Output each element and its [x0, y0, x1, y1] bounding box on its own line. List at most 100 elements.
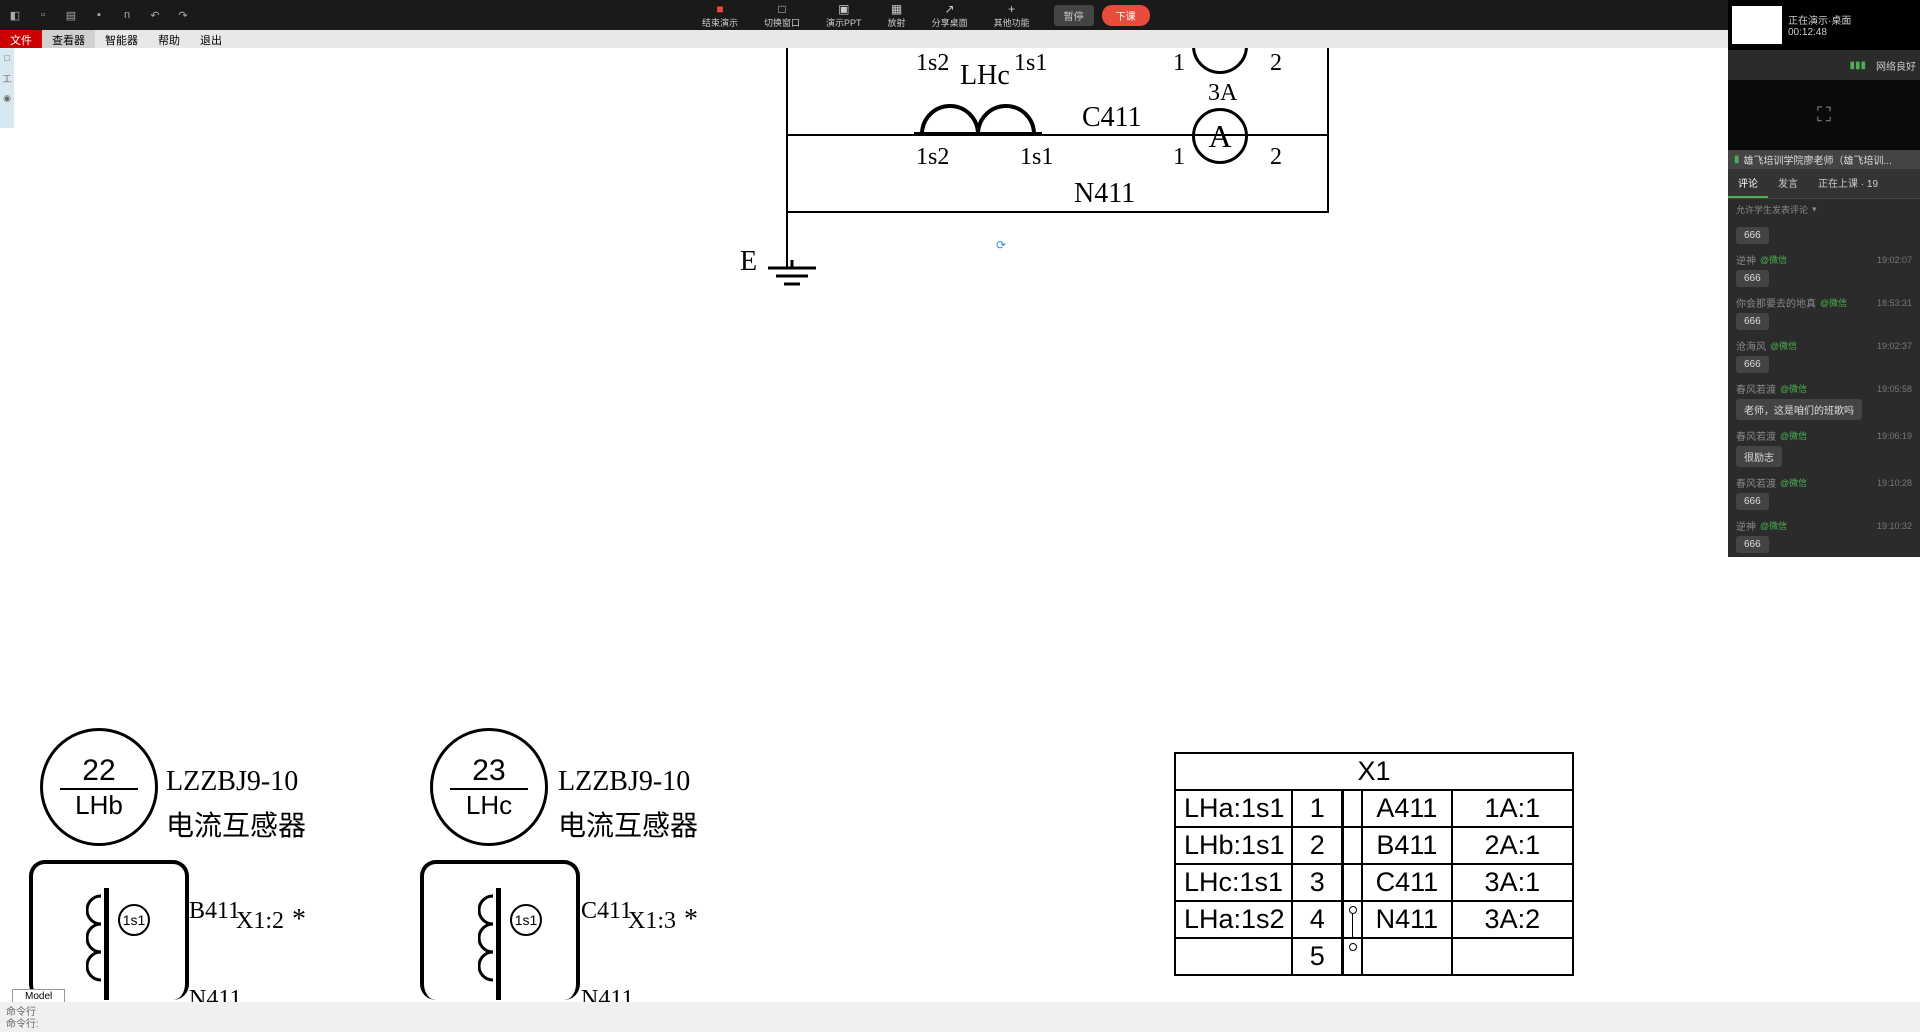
chat-message: 春风若渡@微信19:05:58 老师，这是咱们的班歌吗: [1728, 377, 1920, 424]
label-1-top: 1: [1173, 50, 1185, 77]
signal-icon: ▮▮▮: [1849, 60, 1866, 71]
comp-22-n: N411: [189, 986, 241, 1002]
x1-cell: N411: [1363, 902, 1453, 937]
tool-1[interactable]: □: [0, 48, 14, 68]
x1-cell: 3A:1: [1453, 865, 1572, 900]
status-bar: 命令行 命令行:: [0, 1002, 1920, 1032]
thumbnail-image: [1732, 6, 1782, 44]
left-toolbar: □ 工 ◉: [0, 48, 14, 128]
label-n411: N411: [1074, 178, 1135, 210]
menu-exit[interactable]: 退出: [190, 30, 232, 50]
chat-message: 春风若渡@微信19:10:28 666: [1728, 471, 1920, 514]
x1-cell: 4: [1293, 902, 1343, 937]
window-titlebar: ◧ ▫ ▤ ▪ n ↶ ↷ ■结束演示 □切换窗口 ▣演示PPT ▦放射 ↗分享…: [0, 0, 1920, 30]
comp-22-star: *: [292, 904, 306, 936]
comp-23-ref: X1:3: [628, 908, 676, 935]
table-row: LHc:1s1 3 C411 3A:1: [1176, 865, 1572, 902]
label-2-mid: 2: [1270, 144, 1282, 171]
x1-jumper: [1343, 791, 1363, 826]
x1-jumper: [1343, 939, 1363, 974]
component-23-circle: 23 LHc: [430, 728, 548, 846]
share-desktop-button[interactable]: ↗分享桌面: [920, 0, 980, 31]
comp-23-num: 23: [450, 754, 528, 790]
x1-cell: LHc:1s1: [1176, 865, 1293, 900]
label-lhc: LHc: [960, 60, 1010, 92]
tab-speak[interactable]: 发言: [1768, 169, 1808, 198]
label-ground-e: E: [740, 246, 757, 278]
comp-22-ref: X1:2: [236, 908, 284, 935]
coil-icon: [912, 96, 1052, 136]
video-preview[interactable]: ⛶: [1728, 80, 1920, 150]
chat-message: 逆神@微信19:02:07 666: [1728, 248, 1920, 291]
fullscreen-icon[interactable]: ⛶: [1817, 104, 1831, 127]
end-class-button[interactable]: 下课: [1102, 5, 1150, 26]
undo-icon[interactable]: ↶: [145, 5, 165, 25]
x1-cell: 3A:2: [1453, 902, 1572, 937]
chat-message: 逆神@微信19:10:32 666: [1728, 514, 1920, 557]
app-logo-icon: ◧: [5, 5, 25, 25]
comp-23-terminal: 1s1: [510, 904, 542, 936]
comp-22-wire: B411: [189, 898, 240, 925]
refresh-icon: ⟳: [996, 238, 1006, 252]
more-button[interactable]: +其他功能: [982, 0, 1042, 31]
comp-22-terminal: 1s1: [118, 904, 150, 936]
label-1s2-mid: 1s2: [916, 144, 949, 171]
comp-23-model: LZZBJ9-10: [558, 766, 690, 798]
component-22-circle: 22 LHb: [40, 728, 158, 846]
save-icon[interactable]: ▪: [89, 5, 109, 25]
x1-table: X1 LHa:1s1 1 A411 1A:1 LHb:1s1 2 B411 2A…: [1174, 752, 1574, 976]
x1-cell: 2: [1293, 828, 1343, 863]
tool-3[interactable]: ◉: [0, 88, 14, 108]
label-1s1-top: 1s1: [1014, 50, 1047, 77]
open-icon[interactable]: ▤: [61, 5, 81, 25]
comp-23-name: 电流互感器: [558, 804, 698, 844]
command-line[interactable]: 命令行 命令行:: [0, 1006, 45, 1032]
new-icon[interactable]: ▫: [33, 5, 53, 25]
chat-message: 沧海风@微信19:02:37 666: [1728, 334, 1920, 377]
chevron-down-icon[interactable]: ▾: [1812, 204, 1817, 215]
x1-cell: [1363, 939, 1453, 974]
pause-button[interactable]: 暂停: [1054, 5, 1094, 26]
broadcast-button[interactable]: ▦放射: [876, 0, 918, 31]
comp-23-n: N411: [581, 986, 633, 1002]
menu-help[interactable]: 帮助: [148, 30, 190, 50]
tool-2[interactable]: 工: [0, 68, 14, 88]
drawing-canvas[interactable]: 1s2 LHc 1s1 1 2 1s2 1s1 C411 1 2 3A A N4…: [14, 48, 1728, 1002]
x1-cell: [1453, 939, 1572, 974]
label-1s2-top: 1s2: [916, 50, 949, 77]
right-panel: 正在演示·桌面 00:12:48 ▮▮▮ 网络良好 ⛶ ▮ 雄飞培训学院廖老师（…: [1728, 0, 1920, 557]
label-1-mid: 1: [1173, 144, 1185, 171]
chat-settings[interactable]: 允许学生发表评论▾: [1728, 199, 1920, 220]
x1-jumper: [1343, 902, 1363, 937]
menu-bar: 文件 查看器 智能器 帮助 退出: [0, 30, 1920, 50]
presenter-caption: ▮ 雄飞培训学院廖老师（雄飞培训...: [1728, 150, 1920, 169]
redo-icon[interactable]: ↷: [173, 5, 193, 25]
x1-cell: 2A:1: [1453, 828, 1572, 863]
menu-file[interactable]: 文件: [0, 30, 42, 50]
chat-list[interactable]: 666 逆神@微信19:02:07 666 你会那要去的地真@微信18:53:3…: [1728, 220, 1920, 557]
x1-cell: 5: [1293, 939, 1343, 974]
x1-cell: LHa:1s2: [1176, 902, 1293, 937]
tab-comments[interactable]: 评论: [1728, 169, 1768, 198]
menu-smart[interactable]: 智能器: [95, 30, 148, 50]
present-ppt-button[interactable]: ▣演示PPT: [814, 0, 874, 31]
end-present-button[interactable]: ■结束演示: [690, 0, 750, 31]
tab-attendees[interactable]: 正在上课 · 19: [1808, 169, 1888, 198]
x1-cell: [1176, 939, 1293, 974]
nav-icon[interactable]: n: [117, 5, 137, 25]
chat-tabs: 评论 发言 正在上课 · 19: [1728, 169, 1920, 199]
switch-window-button[interactable]: □切换窗口: [752, 0, 812, 31]
video-info: 正在演示·桌面 00:12:48: [1788, 12, 1851, 38]
x1-cell: LHb:1s1: [1176, 828, 1293, 863]
comp-22-model: LZZBJ9-10: [166, 766, 298, 798]
x1-cell: A411: [1363, 791, 1453, 826]
comp-22-code: LHb: [75, 790, 123, 821]
table-row: LHa:1s1 1 A411 1A:1: [1176, 791, 1572, 828]
comp-23-winding-icon: [478, 890, 508, 1002]
table-row: LHb:1s1 2 B411 2A:1: [1176, 828, 1572, 865]
x1-cell: 1: [1293, 791, 1343, 826]
menu-viewer[interactable]: 查看器: [42, 30, 95, 50]
chat-message: 你会那要去的地真@微信18:53:31 666: [1728, 291, 1920, 334]
label-2-top: 2: [1270, 50, 1282, 77]
video-thumbnail[interactable]: 正在演示·桌面 00:12:48: [1728, 0, 1920, 50]
